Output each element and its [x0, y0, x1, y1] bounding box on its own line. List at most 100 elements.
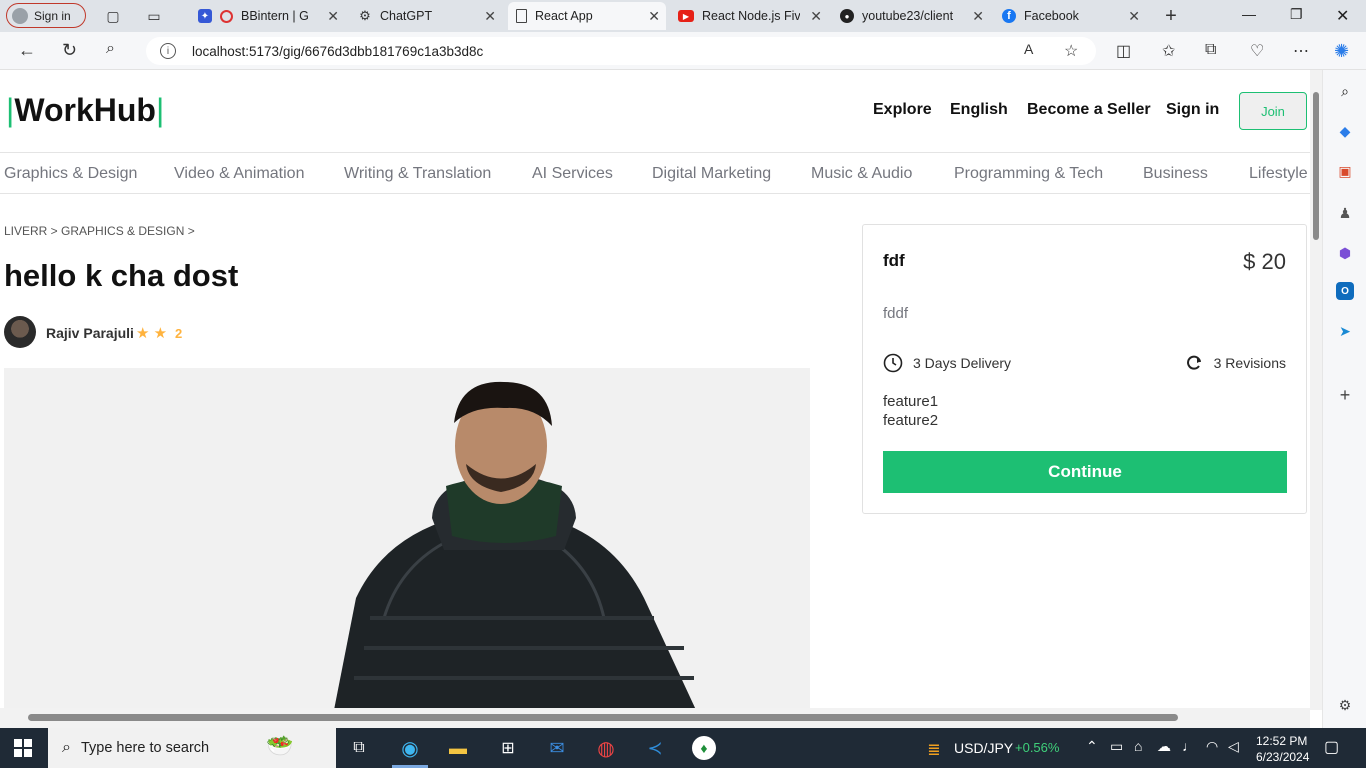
refresh-icon[interactable]: ↻ — [62, 40, 77, 61]
new-tab-icon[interactable]: + — [1162, 5, 1180, 27]
scroll-thumb[interactable] — [28, 714, 1178, 721]
nav-explore-link[interactable]: Explore — [873, 101, 932, 119]
continue-button[interactable]: Continue — [883, 451, 1287, 493]
category-video-animation[interactable]: Video & Animation — [174, 165, 304, 183]
notifications-icon[interactable]: ▢ — [1324, 737, 1339, 757]
sidebar-settings-icon[interactable]: ⚙ — [1336, 696, 1354, 714]
task-view-icon[interactable]: ⧉ — [347, 736, 371, 760]
microsoft-store-icon[interactable]: ⊞ — [496, 736, 520, 760]
window-close-icon[interactable]: ✕ — [1336, 6, 1349, 26]
url-input[interactable]: i localhost:5173/gig/6676d3dbb181769c1a3… — [146, 37, 1096, 65]
favorite-star-icon[interactable]: ☆ — [1064, 41, 1078, 61]
telegram-icon[interactable]: ➤ — [1336, 322, 1354, 340]
mongodb-compass-icon[interactable]: ♦ — [692, 736, 716, 760]
browser-essentials-icon[interactable]: ♡ — [1250, 41, 1264, 61]
minimize-icon[interactable]: — — [1242, 6, 1256, 22]
close-icon[interactable]: ✕ — [648, 8, 660, 25]
network-icon[interactable]: ▭ — [1110, 738, 1123, 755]
windows-start-icon[interactable] — [14, 739, 32, 757]
tab-youtube[interactable]: ▶ React Node.js Fiver ✕ — [670, 2, 828, 30]
vscode-icon[interactable]: ≺ — [643, 736, 667, 760]
seller-avatar[interactable] — [4, 316, 36, 348]
clock-time[interactable]: 12:52 PM — [1256, 734, 1307, 748]
category-ai-services[interactable]: AI Services — [532, 165, 613, 183]
wifi-icon[interactable]: ◠ — [1206, 738, 1218, 755]
volume-icon[interactable]: ◁ — [1228, 738, 1239, 755]
close-icon[interactable]: ✕ — [972, 8, 984, 25]
microphone-icon[interactable]: ♩ — [1182, 738, 1196, 754]
close-icon[interactable]: ✕ — [484, 8, 496, 25]
workspaces-icon[interactable]: ▢ — [104, 7, 122, 25]
tab-actions-icon[interactable]: ▭ — [145, 7, 163, 25]
favorites-icon[interactable]: ✩ — [1162, 41, 1175, 61]
seller-photo-illustration — [4, 368, 810, 710]
tools-icon[interactable]: ▣ — [1336, 162, 1354, 180]
chatgpt-icon: ⚙ — [359, 8, 371, 23]
tab-chatgpt[interactable]: ⚙ ChatGPT ✕ — [350, 2, 502, 30]
tab-react-app[interactable]: React App ✕ — [508, 2, 666, 30]
logo-right-bar: | — [155, 92, 165, 128]
profile-sign-in-label: Sign in — [34, 8, 71, 23]
tab-label: youtube23/client — [862, 9, 954, 23]
search-icon: ⌕ — [62, 739, 71, 756]
show-hidden-icons-icon[interactable]: ⌃ — [1086, 738, 1098, 755]
nav-sign-in-link[interactable]: Sign in — [1166, 101, 1219, 119]
tab-github[interactable]: ● youtube23/client ✕ — [832, 2, 990, 30]
tab-bbintern[interactable]: ✦ BBintern | G ✕ — [190, 2, 345, 30]
outlook-icon[interactable]: O — [1336, 282, 1354, 300]
join-button[interactable]: Join — [1239, 92, 1307, 130]
search-icon[interactable]: ⌕ — [106, 40, 115, 58]
document-icon — [516, 9, 527, 23]
price-card: fdf $ 20 fddf 3 Days Delivery 3 Revision… — [862, 224, 1307, 514]
close-icon[interactable]: ✕ — [810, 8, 822, 25]
category-graphics-design[interactable]: Graphics & Design — [4, 165, 137, 183]
gig-title: hello k cha dost — [4, 258, 239, 293]
more-menu-icon[interactable]: ⋯ — [1293, 41, 1309, 61]
mail-icon[interactable]: ✉ — [545, 736, 569, 760]
category-lifestyle[interactable]: Lifestyle — [1249, 165, 1308, 183]
taskbar-search-placeholder: Type here to search — [80, 740, 210, 756]
breadcrumb[interactable]: LIVERR > GRAPHICS & DESIGN > — [4, 224, 195, 238]
category-programming-tech[interactable]: Programming & Tech — [954, 165, 1103, 183]
category-music-audio[interactable]: Music & Audio — [811, 165, 912, 183]
category-digital-marketing[interactable]: Digital Marketing — [652, 165, 771, 183]
seller-name[interactable]: Rajiv Parajuli — [46, 325, 134, 341]
rating-value: 2 — [175, 326, 183, 341]
m365-icon[interactable]: ⬢ — [1336, 244, 1354, 262]
page-vertical-scrollbar[interactable] — [1310, 70, 1322, 710]
chrome-icon[interactable]: ◍ — [594, 736, 618, 760]
site-info-icon[interactable]: i — [160, 43, 176, 59]
copilot-icon[interactable]: ✺ — [1334, 41, 1349, 62]
revisions-text: 3 Revisions — [1213, 355, 1286, 371]
nav-become-seller-link[interactable]: Become a Seller — [1027, 101, 1151, 119]
close-icon[interactable]: ✕ — [327, 8, 339, 25]
category-business[interactable]: Business — [1143, 165, 1208, 183]
close-icon[interactable]: ✕ — [1128, 8, 1140, 25]
nav-language-link[interactable]: English — [950, 101, 1008, 119]
shopping-icon[interactable]: ◆ — [1336, 122, 1354, 140]
tab-label: React App — [535, 9, 593, 23]
category-writing-translation[interactable]: Writing & Translation — [344, 165, 491, 183]
back-icon[interactable]: ← — [18, 40, 36, 61]
scroll-thumb[interactable] — [1313, 92, 1319, 240]
restore-icon[interactable]: ❐ — [1290, 6, 1303, 23]
taskbar-search-input[interactable]: ⌕ Type here to search 🥗 — [48, 728, 336, 768]
persona-icon[interactable]: ♟ — [1336, 204, 1354, 222]
cloud-icon[interactable]: ☁ — [1157, 738, 1171, 755]
file-explorer-icon[interactable]: ▬ — [446, 736, 470, 760]
clock-date[interactable]: 6/23/2024 — [1256, 750, 1309, 764]
read-aloud-icon[interactable]: A — [1024, 41, 1033, 57]
sidebar-search-icon[interactable]: ⌕ — [1336, 82, 1354, 100]
tab-label: ChatGPT — [380, 9, 433, 23]
split-screen-icon[interactable]: ◫ — [1116, 41, 1131, 61]
ticker-symbol[interactable]: USD/JPY — [954, 740, 1013, 756]
meet-now-icon[interactable]: ⌂ — [1134, 738, 1142, 754]
page-horizontal-scrollbar[interactable] — [0, 708, 1310, 728]
add-sidebar-app-icon[interactable]: + — [1336, 385, 1354, 405]
profile-sign-in-button[interactable]: Sign in — [6, 3, 86, 28]
delivery-info: 3 Days Delivery — [883, 353, 1011, 373]
collections-icon[interactable]: ⧉ — [1205, 41, 1216, 59]
site-logo[interactable]: |WorkHub| — [6, 92, 164, 129]
edge-browser-icon[interactable]: ◉ — [398, 736, 422, 760]
tab-facebook[interactable]: f Facebook ✕ — [994, 2, 1146, 30]
